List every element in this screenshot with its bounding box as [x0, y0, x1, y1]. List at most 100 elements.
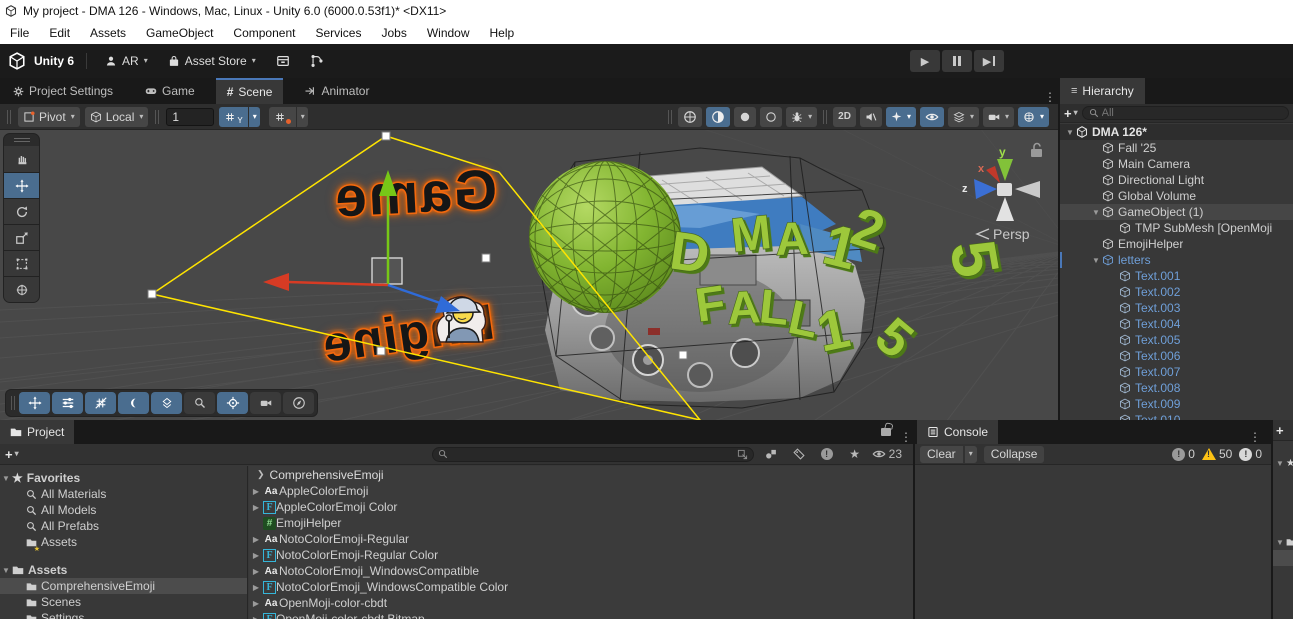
hierarchy-item-prefab[interactable]: ▶Text.007 — [1060, 364, 1293, 380]
menu-services[interactable]: Services — [305, 22, 371, 44]
transform-tool-button[interactable] — [4, 276, 39, 302]
hierarchy-item-prefab[interactable]: ▶Text.004 — [1060, 316, 1293, 332]
scale-tool-button[interactable] — [4, 224, 39, 250]
collapsed-assets-row[interactable]: ▼ — [1273, 534, 1293, 550]
hierarchy-scene-root[interactable]: ▼ DMA 126* — [1060, 124, 1293, 140]
expand-arrow[interactable]: ▶ — [249, 583, 263, 592]
scene-viewport[interactable]: D M A 1 2 5 F A L L 1 5 Game Engine — [0, 130, 1058, 420]
shading-mode-button[interactable] — [678, 107, 702, 127]
menu-window[interactable]: Window — [417, 22, 480, 44]
tab-project[interactable]: Project — [0, 420, 74, 444]
expand-arrow[interactable]: ▼ — [1090, 256, 1102, 265]
view-lock-icon[interactable] — [1031, 149, 1042, 157]
hierarchy-item-prefab[interactable]: ▶Text.002 — [1060, 284, 1293, 300]
hierarchy-item[interactable]: ▶Fall '25 — [1060, 140, 1293, 156]
menu-jobs[interactable]: Jobs — [371, 22, 416, 44]
hierarchy-search-input[interactable] — [1102, 107, 1282, 119]
gizmos-dropdown[interactable]: ▾ — [1018, 107, 1049, 127]
grid-snap-dropdown[interactable]: ▾ — [297, 107, 308, 127]
unlit-mode-button[interactable] — [734, 107, 756, 127]
svg-text:Game[interactable]: Game — [332, 157, 499, 228]
save-search-icon[interactable] — [737, 449, 748, 460]
filter-by-label-button[interactable] — [788, 446, 810, 463]
hierarchy-item[interactable]: ▶Directional Light — [1060, 172, 1293, 188]
breadcrumb[interactable]: ❯ ComprehensiveEmoji — [249, 466, 913, 483]
hierarchy-item-prefab[interactable]: ▶Text.003 — [1060, 300, 1293, 316]
console-info-badge[interactable]: !0 — [1172, 447, 1195, 461]
menu-gameobject[interactable]: GameObject — [136, 22, 223, 44]
hierarchy-add-button[interactable]: +▾ — [1064, 106, 1078, 121]
hidden-count-toggle[interactable]: 23 — [872, 447, 908, 461]
expand-arrow[interactable]: ▶ — [249, 599, 263, 608]
tool-strip-handle[interactable] — [4, 134, 39, 146]
hierarchy-item[interactable]: ▶Main Camera — [1060, 156, 1293, 172]
layers-dropdown[interactable]: ▾ — [948, 107, 979, 127]
account-dropdown[interactable]: AR▾ — [99, 51, 154, 71]
version-control-button[interactable] — [304, 51, 330, 71]
folder-comprehensive-emoji[interactable]: ComprehensiveEmoji — [0, 578, 247, 594]
hierarchy-item-prefab[interactable]: ▶Text.010 — [1060, 412, 1293, 420]
expand-arrow[interactable]: ▶ — [249, 487, 263, 496]
center-view-button[interactable] — [217, 392, 248, 414]
project-add-button[interactable]: +▾ — [5, 447, 19, 462]
hierarchy-item-prefab[interactable]: ▼letters — [1060, 252, 1293, 268]
pause-button[interactable] — [942, 50, 972, 72]
expand-arrow[interactable]: ▼ — [1090, 208, 1102, 217]
scene-panel-menu-kebab[interactable]: ⋮ — [1038, 90, 1062, 104]
menu-component[interactable]: Component — [223, 22, 305, 44]
l​it-mode-button[interactable] — [706, 107, 730, 127]
lighting-overlay-button[interactable] — [118, 392, 149, 414]
favorite-all-prefabs[interactable]: All Prefabs — [0, 518, 247, 534]
console-warning-badge[interactable]: 50 — [1202, 447, 1232, 461]
tab-console[interactable]: Console — [917, 420, 998, 444]
tab-animator[interactable]: Animator — [293, 78, 380, 104]
scene-view[interactable]: D M A 1 2 5 F A L L 1 5 Game Engine — [0, 104, 1058, 420]
collapsed-favorites-row[interactable]: ▼★ — [1273, 455, 1293, 471]
asset-row[interactable]: ▶AaAppleColorEmoji — [249, 483, 913, 499]
overlay-grip[interactable] — [9, 396, 17, 410]
hierarchy-item[interactable]: ▶EmojiHelper — [1060, 236, 1293, 252]
asset-row[interactable]: ▶FNotoColorEmoji_WindowsCompatible Color — [249, 579, 913, 595]
folder-scenes[interactable]: Scenes — [0, 594, 247, 610]
favorites-filter-button[interactable]: ★ — [844, 446, 866, 463]
toolbar-grip[interactable] — [821, 110, 829, 124]
persp-label[interactable]: Persp — [993, 226, 1030, 242]
grid-size-input[interactable] — [166, 108, 214, 126]
console-log-area[interactable] — [915, 466, 1271, 619]
tools-overlay-button[interactable] — [19, 392, 50, 414]
console-clear-button[interactable]: Clear — [920, 446, 963, 463]
collapsed-selected-row[interactable] — [1273, 550, 1293, 566]
camera-settings-dropdown[interactable]: ▾ — [983, 107, 1014, 127]
wireframe-mode-button[interactable] — [760, 107, 782, 127]
toolbar-grip[interactable] — [153, 110, 161, 124]
console-panel-menu-kebab[interactable]: ⋮ — [1243, 430, 1267, 444]
debug-draw-dropdown[interactable]: ▾ — [786, 107, 817, 127]
scene-visibility-toggle[interactable] — [920, 107, 944, 127]
console-error-badge[interactable]: !0 — [1239, 447, 1262, 461]
folder-settings[interactable]: Settings — [0, 610, 247, 619]
rect-tool-button[interactable] — [4, 250, 39, 276]
hierarchy-search[interactable] — [1082, 106, 1289, 120]
package-manager-button[interactable] — [270, 51, 296, 71]
asset-store-dropdown[interactable]: Asset Store▾ — [162, 51, 262, 71]
hierarchy-item-prefab[interactable]: ▶Text.005 — [1060, 332, 1293, 348]
hierarchy-item-prefab[interactable]: ▶Text.006 — [1060, 348, 1293, 364]
asset-row[interactable]: ▶FNotoColorEmoji-Regular Color — [249, 547, 913, 563]
effects-dropdown[interactable]: ▾ — [886, 107, 916, 127]
cameras-overlay-button[interactable] — [250, 392, 281, 414]
hierarchy-item-selected[interactable]: ▼GameObject (1) — [1060, 204, 1293, 220]
menu-help[interactable]: Help — [480, 22, 525, 44]
grid-visibility-dropdown[interactable]: ▾ — [249, 107, 260, 127]
menu-assets[interactable]: Assets — [80, 22, 136, 44]
tab-game[interactable]: Game — [134, 78, 206, 104]
asset-row[interactable]: ▶AaNotoColorEmoji_WindowsCompatible — [249, 563, 913, 579]
grid-visibility-button[interactable]: Y — [219, 107, 247, 127]
svg-text:A[interactable]: A — [775, 212, 810, 265]
favorite-assets[interactable]: Assets — [0, 534, 247, 550]
hand-tool-button[interactable] — [4, 146, 39, 172]
search-overlay-button[interactable] — [184, 392, 215, 414]
hierarchy-item-prefab[interactable]: ▶Text.001 — [1060, 268, 1293, 284]
move-tool-button[interactable] — [4, 172, 39, 198]
favorites-header[interactable]: ▼★ Favorites — [0, 470, 247, 486]
svg-text:D[interactable]: D — [666, 220, 713, 285]
